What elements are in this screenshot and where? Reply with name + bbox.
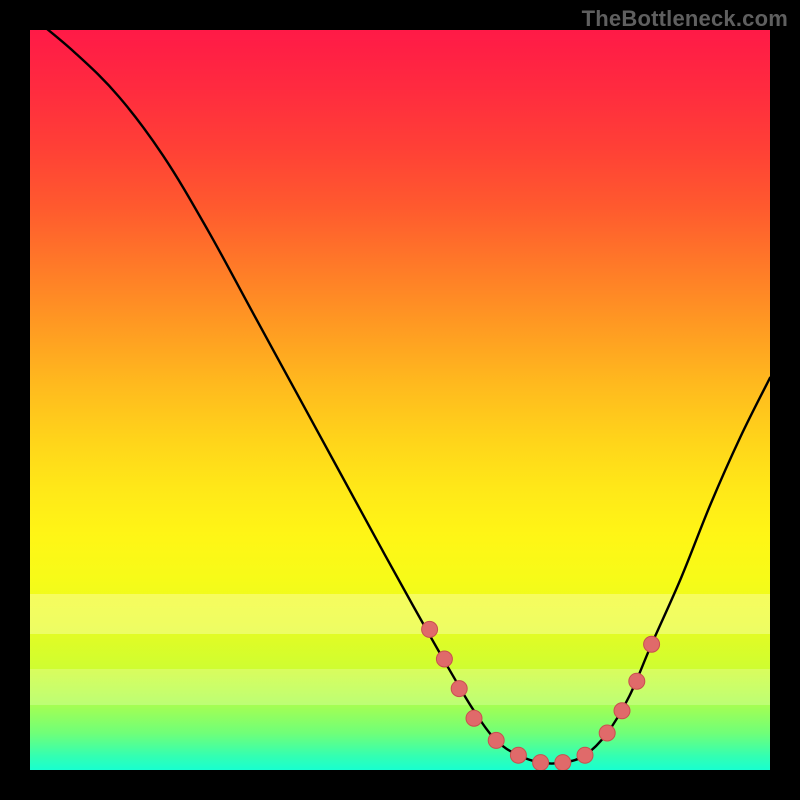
curve-marker	[577, 747, 593, 763]
bottleneck-curve	[30, 30, 770, 764]
curve-marker	[555, 755, 571, 770]
curve-marker	[510, 747, 526, 763]
plot-area	[30, 30, 770, 770]
chart-frame: TheBottleneck.com	[0, 0, 800, 800]
curve-marker	[599, 725, 615, 741]
curve-marker	[533, 755, 549, 770]
curve-marker	[488, 732, 504, 748]
curve-marker	[451, 681, 467, 697]
curve-marker	[644, 636, 660, 652]
curve-marker	[629, 673, 645, 689]
curve-layer	[30, 30, 770, 770]
curve-marker	[422, 621, 438, 637]
watermark-text: TheBottleneck.com	[582, 6, 788, 32]
curve-marker	[436, 651, 452, 667]
curve-marker	[614, 703, 630, 719]
curve-marker	[466, 710, 482, 726]
